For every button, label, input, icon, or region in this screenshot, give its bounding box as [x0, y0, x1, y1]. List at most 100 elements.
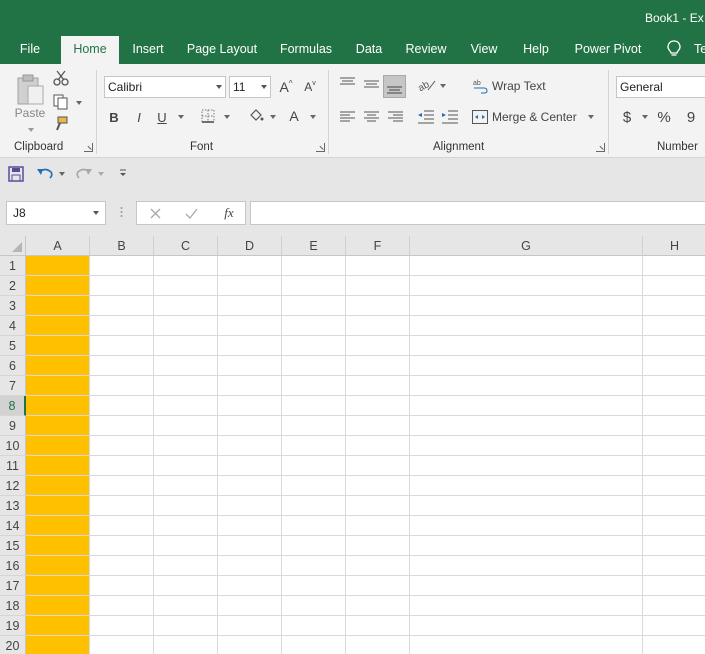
align-top-icon[interactable] [340, 77, 355, 89]
tab-formulas[interactable]: Formulas [276, 36, 336, 64]
cut-icon[interactable] [53, 70, 69, 86]
underline-dropdown-caret[interactable] [178, 115, 184, 119]
decrease-indent-icon[interactable] [418, 110, 434, 124]
tab-home[interactable]: Home [61, 36, 119, 64]
number-format-select[interactable]: General [616, 76, 705, 98]
font-color-button[interactable]: A [287, 107, 301, 125]
row-header-1[interactable]: 1 [0, 256, 26, 276]
row-header-19[interactable]: 19 [0, 616, 26, 636]
italic-button[interactable]: I [132, 108, 146, 126]
column-header-g[interactable]: G [410, 236, 643, 256]
font-size-select[interactable]: 11 [229, 76, 271, 98]
row-header-12[interactable]: 12 [0, 476, 26, 496]
title-bar: Book1 - Ex File Home Insert Page Layout … [0, 0, 705, 64]
row-header-13[interactable]: 13 [0, 496, 26, 516]
row-header-6[interactable]: 6 [0, 356, 26, 376]
font-launcher-icon[interactable] [316, 143, 325, 152]
lightbulb-icon[interactable] [666, 40, 682, 58]
align-center-icon[interactable] [364, 111, 379, 123]
tab-data[interactable]: Data [350, 36, 388, 64]
tab-review[interactable]: Review [401, 36, 451, 64]
undo-dropdown-caret[interactable] [59, 172, 65, 176]
increase-indent-icon[interactable] [442, 110, 458, 124]
save-icon[interactable] [8, 166, 24, 182]
row-header-20[interactable]: 20 [0, 636, 26, 654]
borders-icon[interactable] [201, 109, 215, 123]
underline-button[interactable]: U [155, 108, 169, 126]
tab-help[interactable]: Help [518, 36, 554, 64]
column-header-f[interactable]: F [346, 236, 410, 256]
enter-check-icon[interactable] [185, 208, 198, 219]
percent-button[interactable]: % [656, 108, 672, 126]
wrap-text-button[interactable]: ab Wrap Text [472, 76, 552, 96]
insert-function-button[interactable]: fx [220, 204, 238, 222]
fill-color-icon[interactable] [248, 108, 264, 124]
tab-file[interactable]: File [10, 36, 50, 64]
copy-icon[interactable] [53, 94, 69, 110]
cancel-icon[interactable] [150, 208, 161, 219]
grow-font-button[interactable]: A ^ [278, 78, 294, 96]
clipboard-launcher-icon[interactable] [84, 143, 93, 152]
orientation-dropdown-caret[interactable] [440, 84, 446, 88]
font-color-dropdown-caret[interactable] [310, 115, 316, 119]
row-header-8[interactable]: 8 [0, 396, 26, 416]
formula-bar-splitter-icon[interactable] [120, 206, 123, 218]
row-header-11[interactable]: 11 [0, 456, 26, 476]
row-header-14[interactable]: 14 [0, 516, 26, 536]
row-header-9[interactable]: 9 [0, 416, 26, 436]
format-painter-icon[interactable] [53, 116, 69, 132]
grow-font-label: A [279, 79, 289, 95]
bold-button[interactable]: B [107, 108, 121, 126]
column-header-h[interactable]: H [643, 236, 705, 256]
tab-insert[interactable]: Insert [126, 36, 170, 64]
row-header-10[interactable]: 10 [0, 436, 26, 456]
align-right-icon[interactable] [388, 111, 403, 123]
select-all-button[interactable] [0, 236, 26, 256]
font-name-select[interactable]: Calibri [104, 76, 226, 98]
align-middle-icon[interactable] [364, 77, 379, 91]
redo-dropdown-caret[interactable] [98, 172, 104, 176]
merge-center-dropdown-caret[interactable] [588, 115, 594, 119]
redo-icon[interactable] [75, 166, 93, 180]
undo-icon[interactable] [36, 166, 54, 180]
column-header-e[interactable]: E [282, 236, 346, 256]
comma-style-button[interactable]: 9 [684, 108, 698, 126]
row-header-18[interactable]: 18 [0, 596, 26, 616]
column-header-c[interactable]: C [154, 236, 218, 256]
formula-input[interactable] [250, 201, 705, 225]
tab-tell-me[interactable]: Te [694, 36, 705, 62]
column-header-d[interactable]: D [218, 236, 282, 256]
tab-view[interactable]: View [465, 36, 503, 64]
column-header-a[interactable]: A [26, 236, 90, 256]
currency-dropdown-caret[interactable] [642, 115, 648, 119]
name-box[interactable]: J8 [6, 201, 106, 225]
paste-button[interactable]: Paste [12, 68, 48, 132]
paste-dropdown-caret[interactable] [28, 128, 34, 132]
fill-color-dropdown-caret[interactable] [270, 115, 276, 119]
orientation-icon[interactable]: ab [418, 78, 436, 92]
column-header-b[interactable]: B [90, 236, 154, 256]
worksheet-grid[interactable]: A B C D E F G H 1 2 3 4 5 6 7 8 9 10 11 12 13 14 15 16 1… [0, 236, 705, 654]
row-header-16[interactable]: 16 [0, 556, 26, 576]
row-header-15[interactable]: 15 [0, 536, 26, 556]
row-header-7[interactable]: 7 [0, 376, 26, 396]
tab-power-pivot[interactable]: Power Pivot [570, 36, 646, 64]
alignment-launcher-icon[interactable] [596, 143, 605, 152]
merge-center-button[interactable]: Merge & Center [472, 107, 600, 127]
borders-dropdown-caret[interactable] [224, 115, 230, 119]
tab-page-layout[interactable]: Page Layout [184, 36, 260, 64]
row-header-5[interactable]: 5 [0, 336, 26, 356]
currency-button[interactable]: $ [620, 108, 634, 126]
row-header-2[interactable]: 2 [0, 276, 26, 296]
name-box-dropdown-caret[interactable] [93, 211, 99, 215]
wrap-text-icon: ab [473, 80, 488, 94]
row-header-3[interactable]: 3 [0, 296, 26, 316]
align-left-icon[interactable] [340, 111, 355, 123]
align-bottom-button[interactable] [383, 75, 406, 98]
row-header-4[interactable]: 4 [0, 316, 26, 336]
copy-dropdown-caret[interactable] [76, 101, 82, 105]
customize-toolbar-icon[interactable] [119, 168, 127, 178]
shrink-font-button[interactable]: Av [302, 78, 318, 96]
row-header-17[interactable]: 17 [0, 576, 26, 596]
row-gridline [26, 415, 705, 416]
